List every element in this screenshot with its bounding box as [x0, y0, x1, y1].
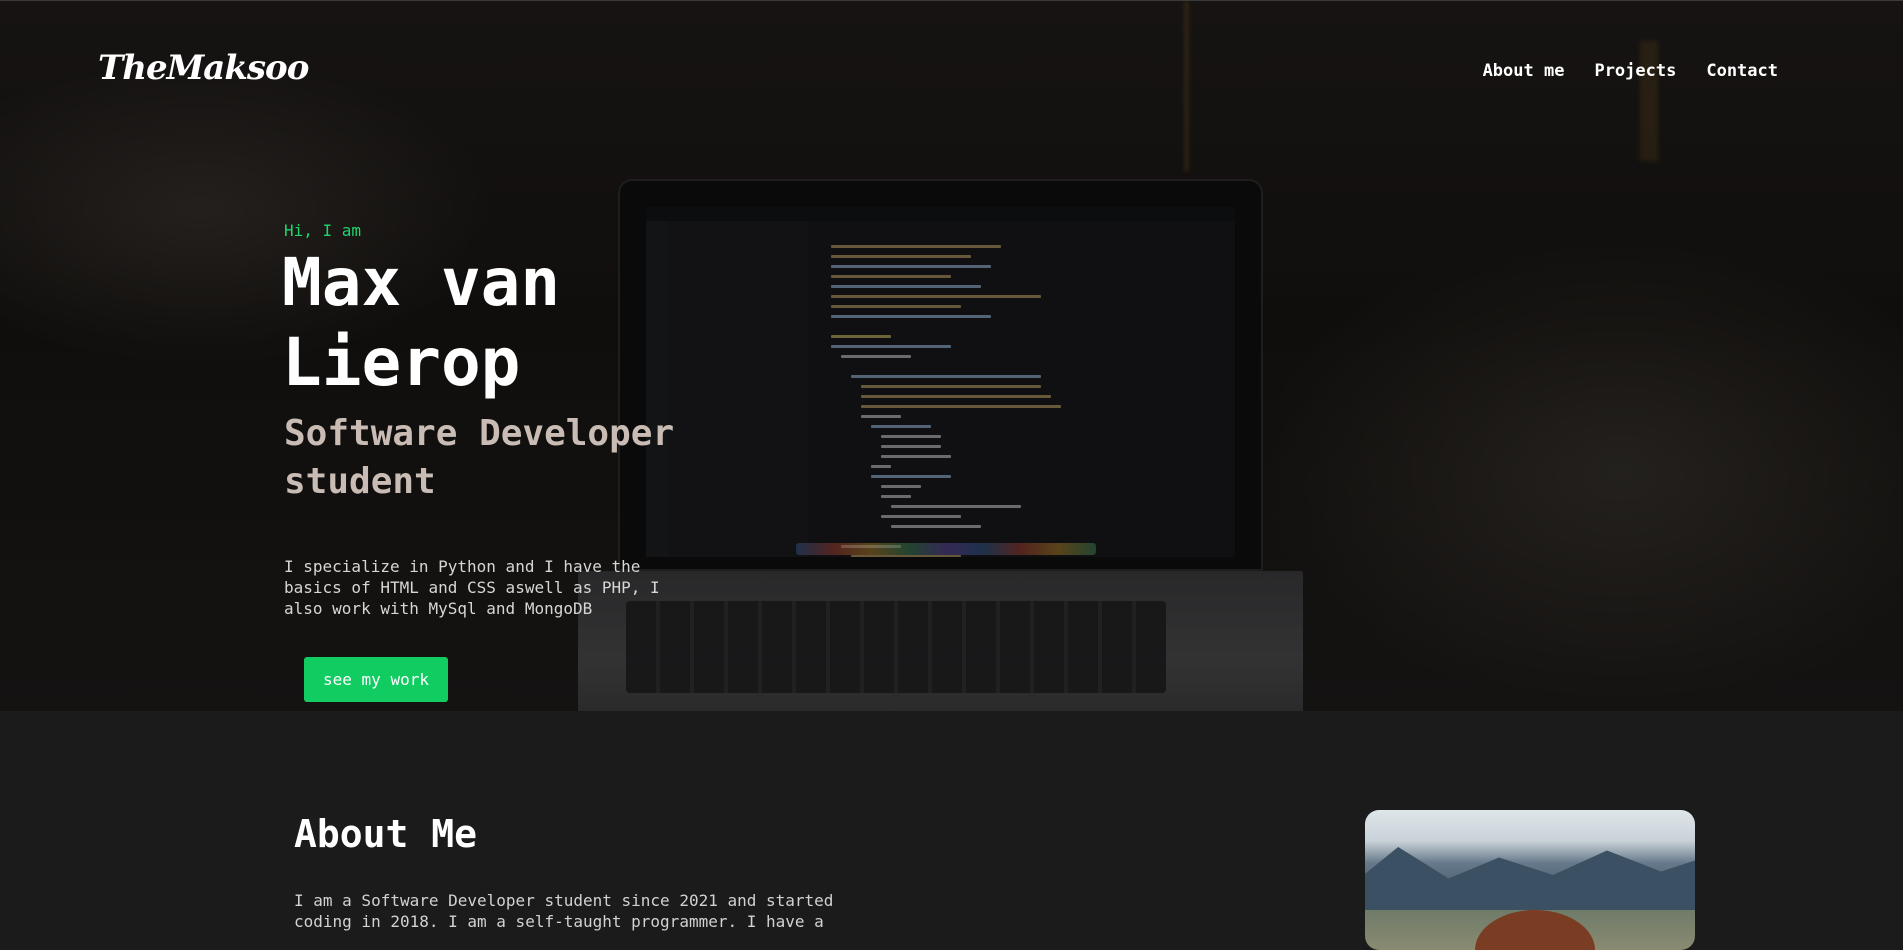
site-logo[interactable]: TheMaksoo [98, 48, 309, 88]
nav-link-contact[interactable]: Contact [1706, 61, 1778, 81]
about-title: About Me [294, 812, 478, 856]
hero-name: Max van Lierop [282, 244, 561, 401]
photo-mountains [1365, 847, 1695, 910]
hero-intro: I specialize in Python and I have the ba… [284, 557, 660, 618]
see-my-work-button[interactable]: see my work [304, 657, 448, 702]
nav-link-projects[interactable]: Projects [1594, 61, 1676, 81]
photo-person [1475, 910, 1595, 950]
about-profile-photo [1365, 810, 1695, 950]
nav-link-about-me[interactable]: About me [1483, 61, 1565, 81]
hero-greeting: Hi, I am [284, 221, 362, 240]
hero-role: Software Developer student [284, 413, 675, 502]
main-nav: About me Projects Contact [1483, 61, 1778, 81]
about-text: I am a Software Developer student since … [294, 891, 834, 931]
